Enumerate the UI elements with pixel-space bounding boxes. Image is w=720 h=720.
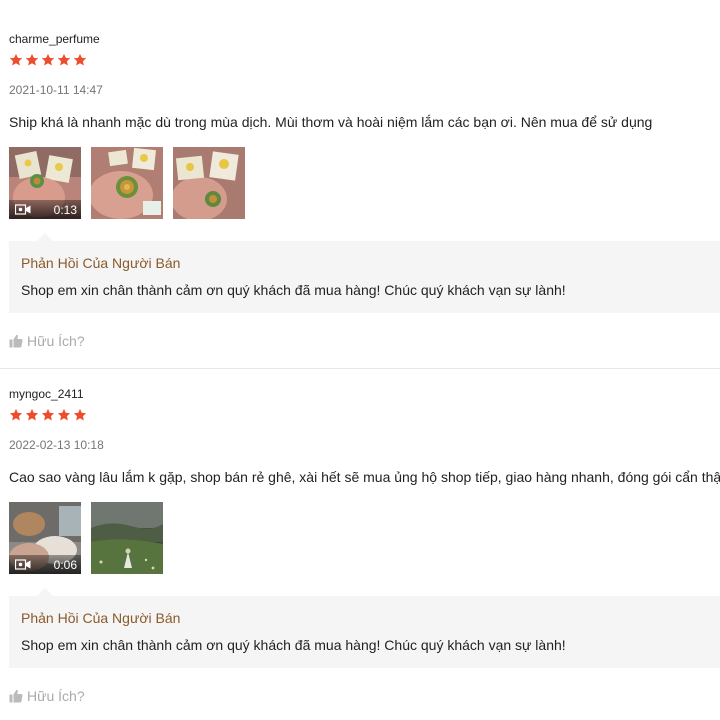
video-camera-icon [15, 559, 31, 570]
review-date: 2022-02-13 10:18 [9, 438, 104, 452]
review-item: myngoc_2411 2022-02-13 10:18 Cao sao vàn… [0, 0, 720, 720]
reply-caret [37, 588, 53, 596]
star-rating [9, 408, 87, 422]
review-username[interactable]: myngoc_2411 [9, 387, 84, 401]
seller-reply-text: Shop em xin chân thành cảm ơn quý khách … [21, 637, 566, 653]
star-icon [73, 408, 87, 421]
star-icon [57, 408, 71, 421]
review-image-thumbnail[interactable] [91, 502, 163, 574]
star-icon [25, 408, 39, 421]
star-icon [9, 408, 23, 421]
thumbs-up-icon [9, 689, 23, 703]
seller-reply-title: Phản Hồi Của Người Bán [21, 610, 181, 626]
seller-reply: Phản Hồi Của Người Bán Shop em xin chân … [9, 588, 720, 668]
review-media: 0:06 [9, 502, 163, 574]
video-duration: 0:06 [53, 557, 77, 572]
landscape-photo [91, 502, 163, 574]
helpful-label: Hữu Ích? [27, 688, 85, 704]
video-overlay: 0:06 [9, 555, 81, 574]
review-comment: Cao sao vàng lâu lắm k gặp, shop bán rẻ … [9, 469, 720, 485]
helpful-button[interactable]: Hữu Ích? [9, 688, 85, 704]
star-icon [41, 408, 55, 421]
review-video-thumbnail[interactable]: 0:06 [9, 502, 81, 574]
